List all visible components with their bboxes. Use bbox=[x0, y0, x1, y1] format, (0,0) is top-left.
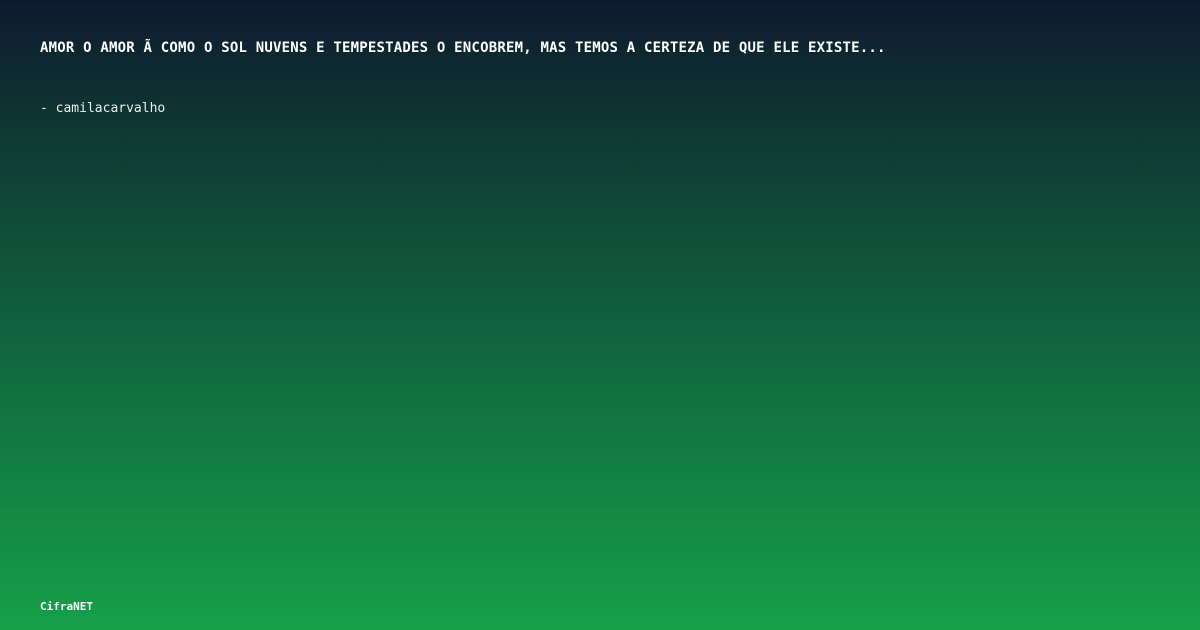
quote-author: - camilacarvalho bbox=[40, 101, 166, 116]
quote-card: AMOR O AMOR Ã COMO O SOL NUVENS E TEMPES… bbox=[0, 0, 1200, 630]
quote-text: AMOR O AMOR Ã COMO O SOL NUVENS E TEMPES… bbox=[40, 40, 886, 56]
brand-logo-text: CifraNET bbox=[40, 600, 93, 613]
